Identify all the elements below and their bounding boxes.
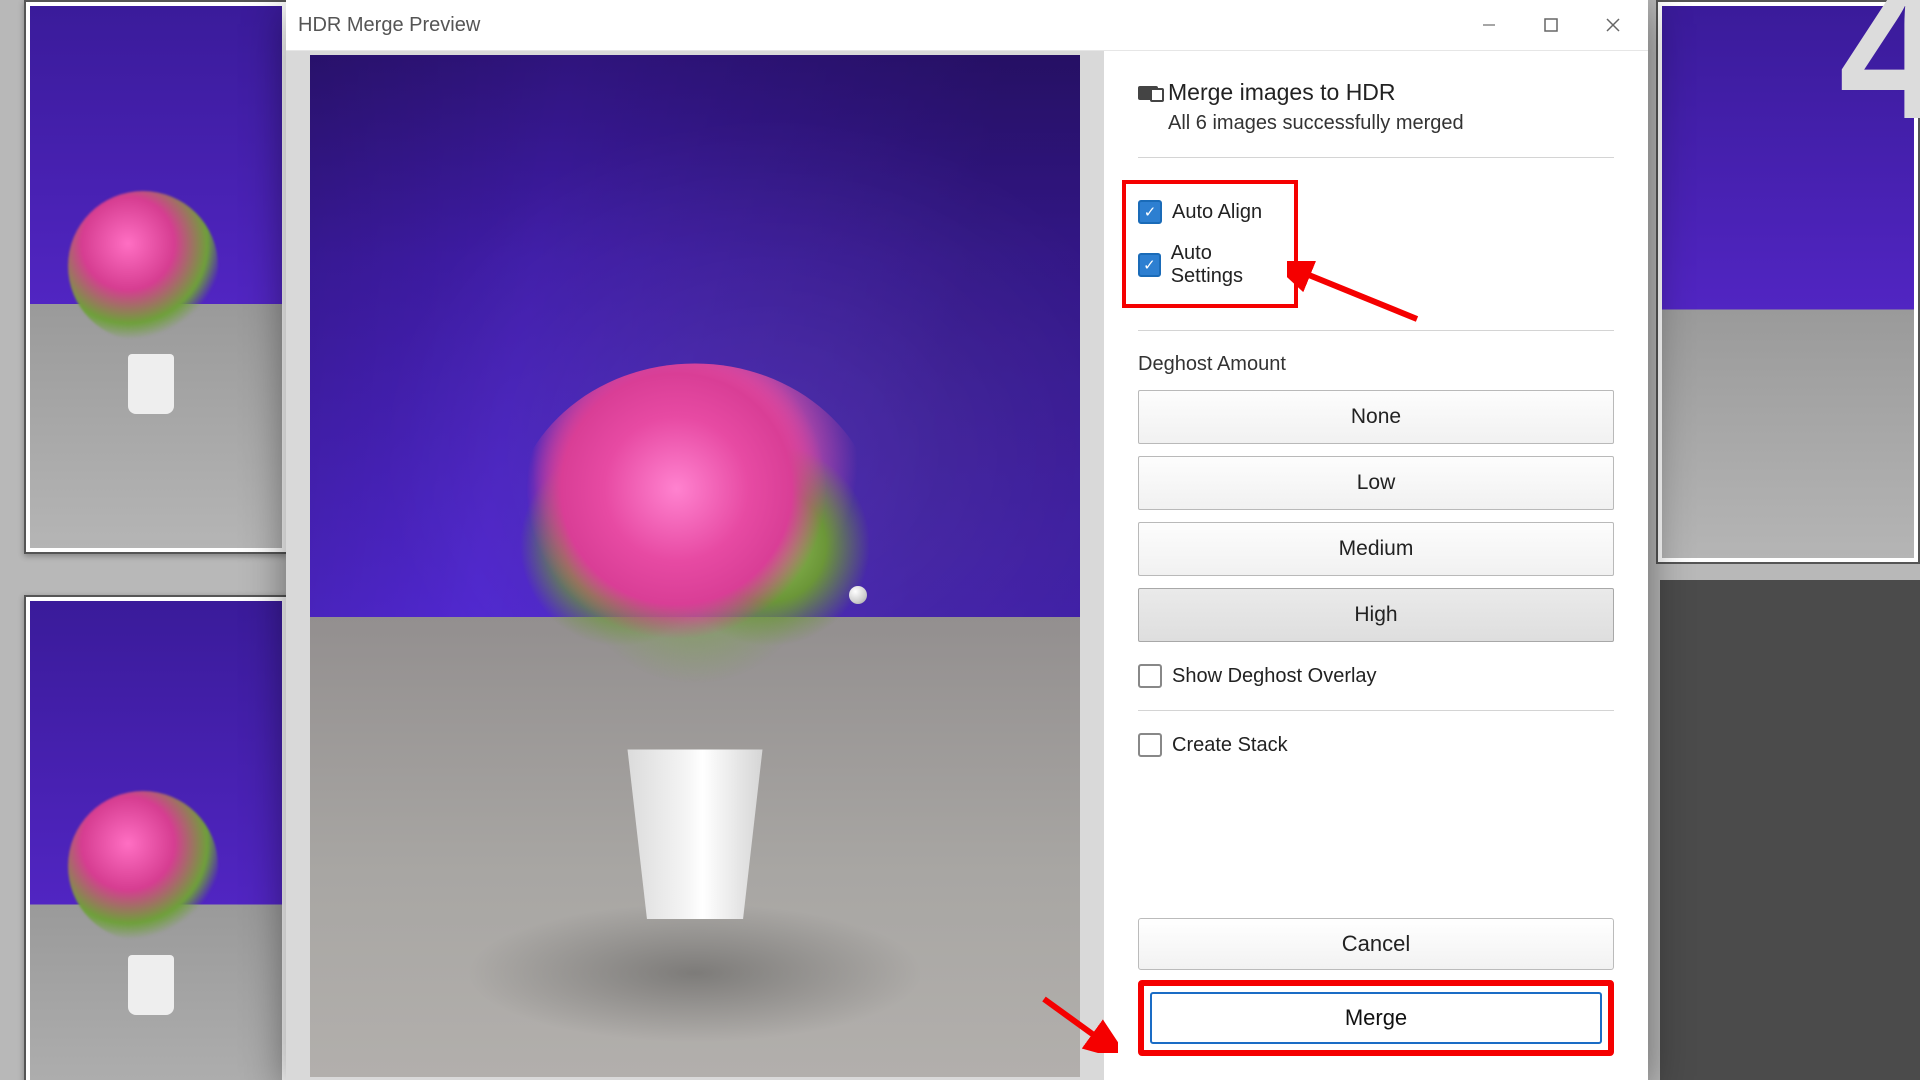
background-dark-area (1660, 580, 1920, 1080)
deghost-amount-label: Deghost Amount (1138, 353, 1614, 376)
cancel-button[interactable]: Cancel (1138, 918, 1614, 970)
deghost-low-button[interactable]: Low (1138, 456, 1614, 510)
deghost-medium-button[interactable]: Medium (1138, 522, 1614, 576)
auto-settings-label: Auto Settings (1171, 242, 1282, 288)
auto-align-label: Auto Align (1172, 201, 1262, 224)
hdr-merge-preview-dialog: HDR Merge Preview Merge images to HDR (286, 0, 1648, 1080)
preview-pane (286, 51, 1104, 1080)
deghost-high-button[interactable]: High (1138, 588, 1614, 642)
checkmark-icon: ✓ (1138, 253, 1161, 277)
checkmark-icon: ✓ (1138, 200, 1162, 224)
show-deghost-overlay-checkbox[interactable]: ✓ Show Deghost Overlay (1138, 664, 1614, 688)
auto-align-checkbox[interactable]: ✓ Auto Align (1138, 200, 1282, 224)
window-title: HDR Merge Preview (298, 14, 1458, 37)
merge-button[interactable]: Merge (1150, 992, 1602, 1044)
settings-panel: Merge images to HDR All 6 images success… (1104, 51, 1648, 1080)
deghost-none-button[interactable]: None (1138, 390, 1614, 444)
show-overlay-label: Show Deghost Overlay (1172, 665, 1377, 688)
background-number-badge: 4 (1839, 0, 1920, 150)
merge-button-highlight: Merge (1138, 980, 1614, 1056)
hdr-icon (1138, 86, 1158, 100)
minimize-button[interactable] (1458, 1, 1520, 49)
checkbox-icon: ✓ (1138, 664, 1162, 688)
background-thumbnail (24, 0, 288, 554)
background-thumbnail (24, 595, 288, 1080)
panel-heading: Merge images to HDR (1168, 79, 1396, 106)
annotation-arrow (1287, 261, 1427, 331)
hdr-preview-image (310, 55, 1080, 1077)
checkbox-icon: ✓ (1138, 733, 1162, 757)
auto-options-group-highlight: ✓ Auto Align ✓ Auto Settings (1122, 180, 1298, 308)
create-stack-label: Create Stack (1172, 734, 1288, 757)
separator (1138, 157, 1614, 158)
separator (1138, 710, 1614, 711)
separator (1138, 330, 1614, 331)
titlebar: HDR Merge Preview (286, 0, 1648, 51)
auto-settings-checkbox[interactable]: ✓ Auto Settings (1138, 242, 1282, 288)
maximize-button[interactable] (1520, 1, 1582, 49)
close-button[interactable] (1582, 1, 1644, 49)
merge-status-text: All 6 images successfully merged (1168, 112, 1614, 135)
create-stack-checkbox[interactable]: ✓ Create Stack (1138, 733, 1614, 757)
